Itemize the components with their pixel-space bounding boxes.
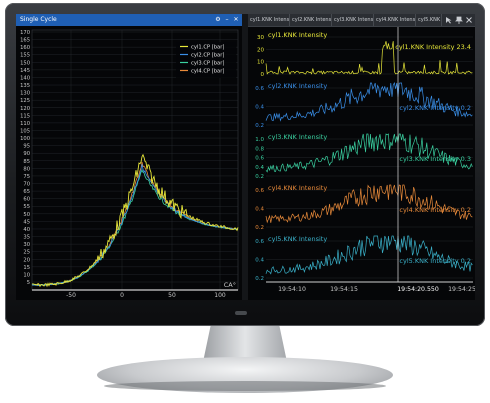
y-tick-label: 35 bbox=[23, 235, 30, 241]
y-tick-label: 1.0 bbox=[255, 137, 264, 143]
cursor-value-label: cyl2.KNK Intensity 0.2 bbox=[399, 104, 471, 112]
cursor-value-label: cyl5.KNK Intensity 0.2 bbox=[399, 257, 471, 265]
y-tick-label: 15 bbox=[23, 265, 30, 271]
screen: Single Cycle ⚙ – ✕ 170 165 160 155 150 145 140… bbox=[16, 14, 475, 300]
y-tick-label: 95 bbox=[23, 144, 30, 150]
y-tick-label: 170 bbox=[20, 30, 30, 36]
y-tick-label: 0.2 bbox=[255, 276, 264, 282]
strip-title: cyl1.KNK Intensity bbox=[268, 31, 327, 39]
single-cycle-pane: Single Cycle ⚙ – ✕ 170 165 160 155 150 145 140… bbox=[16, 14, 242, 300]
y-tick-label: 150 bbox=[20, 60, 30, 66]
y-tick-label: 10 bbox=[257, 60, 264, 66]
y-tick-label: 140 bbox=[20, 75, 30, 81]
pin-icon[interactable] bbox=[455, 16, 463, 24]
cursor-value-label: cyl1.KNK Intensity 23.4 bbox=[395, 43, 471, 51]
y-tick-label: 30 bbox=[23, 242, 30, 248]
y-tick-label: 90 bbox=[23, 151, 30, 157]
strip-title: cyl5.KNK Intensity bbox=[268, 235, 327, 243]
legend-label: cyl1.CP [bar] bbox=[191, 45, 224, 51]
x-unit-label: CA° bbox=[224, 281, 236, 289]
y-tick-label: 20 bbox=[23, 257, 30, 263]
y-tick-label: 105 bbox=[20, 128, 30, 134]
strip-title: cyl3.KNK Intensity bbox=[268, 133, 327, 141]
tab-cyl1[interactable]: cyl1.KNK Intensity bbox=[248, 14, 290, 26]
y-tick-label: 0.4 bbox=[255, 165, 264, 171]
x-tick-label: 50 bbox=[168, 292, 176, 299]
y-tick-label: 65 bbox=[23, 189, 30, 195]
y-tick-label: 10 bbox=[23, 272, 30, 278]
y-tick-label: 0.6 bbox=[255, 239, 264, 245]
y-tick-label: 25 bbox=[23, 250, 30, 256]
x-tick-label: 0 bbox=[120, 292, 124, 299]
x-tick-label: -50 bbox=[66, 292, 76, 299]
y-tick-label: 0.2 bbox=[255, 123, 264, 129]
cursor-value-label: cyl3.KNK Intensity 0.3 bbox=[399, 155, 471, 163]
y-tick-label: 0.6 bbox=[255, 156, 264, 162]
x-tick-label: 19:54:20.550 bbox=[397, 286, 439, 293]
y-tick-label: 70 bbox=[23, 182, 30, 188]
cursor-icon[interactable] bbox=[445, 16, 453, 24]
strip-title: cyl4.KNK Intensity bbox=[268, 184, 327, 192]
x-tick-label: 19:54:10 bbox=[278, 286, 306, 293]
y-tick-label: 85 bbox=[23, 159, 30, 165]
x-tick-label: 100 bbox=[214, 292, 226, 299]
minimize-icon[interactable]: – bbox=[223, 14, 231, 26]
y-tick-label: 125 bbox=[20, 98, 30, 104]
monitor-stand-shadow bbox=[104, 381, 386, 391]
y-tick-label: 20 bbox=[257, 47, 264, 53]
close-icon[interactable] bbox=[465, 16, 473, 24]
y-tick-label: 45 bbox=[23, 219, 30, 225]
y-tick-label: 0.6 bbox=[255, 86, 264, 92]
cursor-value-label: cyl4.KNK Intensity 0.2 bbox=[399, 206, 471, 214]
y-tick-label: 80 bbox=[23, 166, 30, 172]
pane-title: Single Cycle bbox=[20, 16, 57, 23]
y-tick-label: 0.2 bbox=[255, 225, 264, 231]
y-tick-label: 0.8 bbox=[255, 146, 264, 152]
cylinder-pressure-plot[interactable]: 1701651601551501451401351301251201151101… bbox=[16, 26, 242, 300]
y-tick-label: 155 bbox=[20, 53, 30, 59]
knock-intensity-strip-chart[interactable]: 30 20 10 0 cyl1.KNK Intensity cyl1.KNK Intens… bbox=[248, 27, 475, 300]
tab-cyl2[interactable]: cyl2.KNK Intensity bbox=[290, 14, 332, 26]
knock-intensity-pane: cyl1.KNK Intensity cyl2.KNK Intensity cy… bbox=[248, 14, 475, 300]
tab-cyl5[interactable]: cyl5.KNK ... bbox=[416, 14, 442, 26]
monitor-logo bbox=[235, 311, 247, 315]
y-tick-label: 120 bbox=[20, 106, 30, 112]
legend-label: cyl3.CP [bar] bbox=[191, 61, 224, 67]
tab-cyl3[interactable]: cyl3.KNK Intensity bbox=[332, 14, 374, 26]
y-tick-label: 75 bbox=[23, 174, 30, 180]
y-tick-label: 0.4 bbox=[255, 258, 264, 264]
close-icon[interactable]: ✕ bbox=[232, 14, 240, 26]
legend-label: cyl2.CP [bar] bbox=[191, 53, 224, 59]
y-tick-label: 0 bbox=[261, 72, 265, 78]
y-tick-label: 50 bbox=[23, 212, 30, 218]
tab-cyl4[interactable]: cyl4.KNK Intensity bbox=[374, 14, 416, 26]
x-tick-label: 19:54:25 bbox=[448, 286, 475, 293]
y-tick-label: 145 bbox=[20, 68, 30, 74]
y-tick-label: 135 bbox=[20, 83, 30, 89]
x-tick-label: 19:54:15 bbox=[330, 286, 358, 293]
y-tick-label: 0.2 bbox=[255, 174, 264, 180]
y-tick-label: 100 bbox=[20, 136, 30, 142]
gear-icon[interactable]: ⚙ bbox=[214, 14, 222, 26]
y-tick-label: 0.4 bbox=[255, 105, 264, 111]
y-tick-label: 130 bbox=[20, 91, 30, 97]
y-tick-label: 55 bbox=[23, 204, 30, 210]
y-tick-label: 40 bbox=[23, 227, 30, 233]
knock-tab-bar: cyl1.KNK Intensity cyl2.KNK Intensity cy… bbox=[248, 14, 475, 27]
y-tick-label: 60 bbox=[23, 197, 30, 203]
y-tick-label: 115 bbox=[20, 113, 30, 119]
strip-title: cyl2.KNK Intensity bbox=[268, 82, 327, 90]
y-tick-label: 110 bbox=[20, 121, 30, 127]
legend-label: cyl4.CP [bar] bbox=[191, 69, 224, 75]
single-cycle-titlebar[interactable]: Single Cycle ⚙ – ✕ bbox=[16, 14, 242, 26]
y-tick-label: 160 bbox=[20, 45, 30, 51]
y-tick-label: 30 bbox=[257, 35, 264, 41]
y-tick-label: 5 bbox=[27, 280, 30, 286]
y-tick-label: 0.6 bbox=[255, 188, 264, 194]
y-tick-label: 0.4 bbox=[255, 207, 264, 213]
y-tick-label: 165 bbox=[20, 38, 30, 44]
